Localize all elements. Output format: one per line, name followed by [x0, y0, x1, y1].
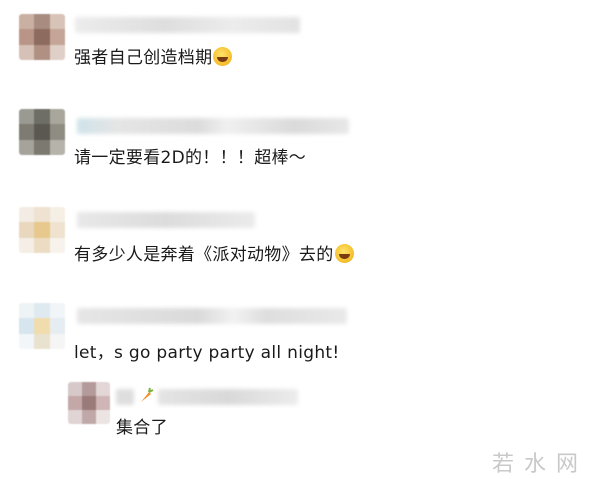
username-blurred[interactable] — [75, 17, 300, 33]
reply-text-content: 集合了 — [116, 418, 168, 438]
username-blurred[interactable] — [77, 308, 347, 324]
comment-text: 强者自己创造档期 — [74, 47, 233, 69]
avatar[interactable] — [68, 382, 110, 424]
username-blurred[interactable] — [77, 118, 349, 134]
carrot-icon — [138, 386, 154, 404]
comment-text: let，s go party party all night! — [74, 342, 339, 364]
laughing-tears-emoji-icon — [334, 244, 354, 263]
comment-text-content: 有多少人是奔着《派对动物》去的 — [74, 245, 334, 265]
comment-text: 请一定要看2D的！！！超棒～ — [74, 147, 306, 169]
avatar[interactable] — [19, 303, 65, 349]
watermark: 若水网 — [492, 452, 589, 477]
avatar[interactable] — [19, 207, 65, 253]
avatar[interactable] — [19, 109, 65, 155]
laughing-tears-emoji-icon — [213, 47, 233, 66]
username-blurred[interactable] — [116, 389, 134, 405]
comment-text-content: 请一定要看2D的！！！超棒～ — [74, 148, 307, 168]
comment-text: 有多少人是奔着《派对动物》去的 — [74, 244, 354, 266]
comment-text-content: 强者自己创造档期 — [74, 48, 213, 68]
username-blurred[interactable] — [158, 389, 298, 405]
reply-text: 集合了 — [116, 417, 168, 439]
username-blurred[interactable] — [77, 212, 255, 228]
avatar[interactable] — [19, 14, 65, 60]
comment-text-content: let，s go party party all night! — [74, 343, 340, 363]
